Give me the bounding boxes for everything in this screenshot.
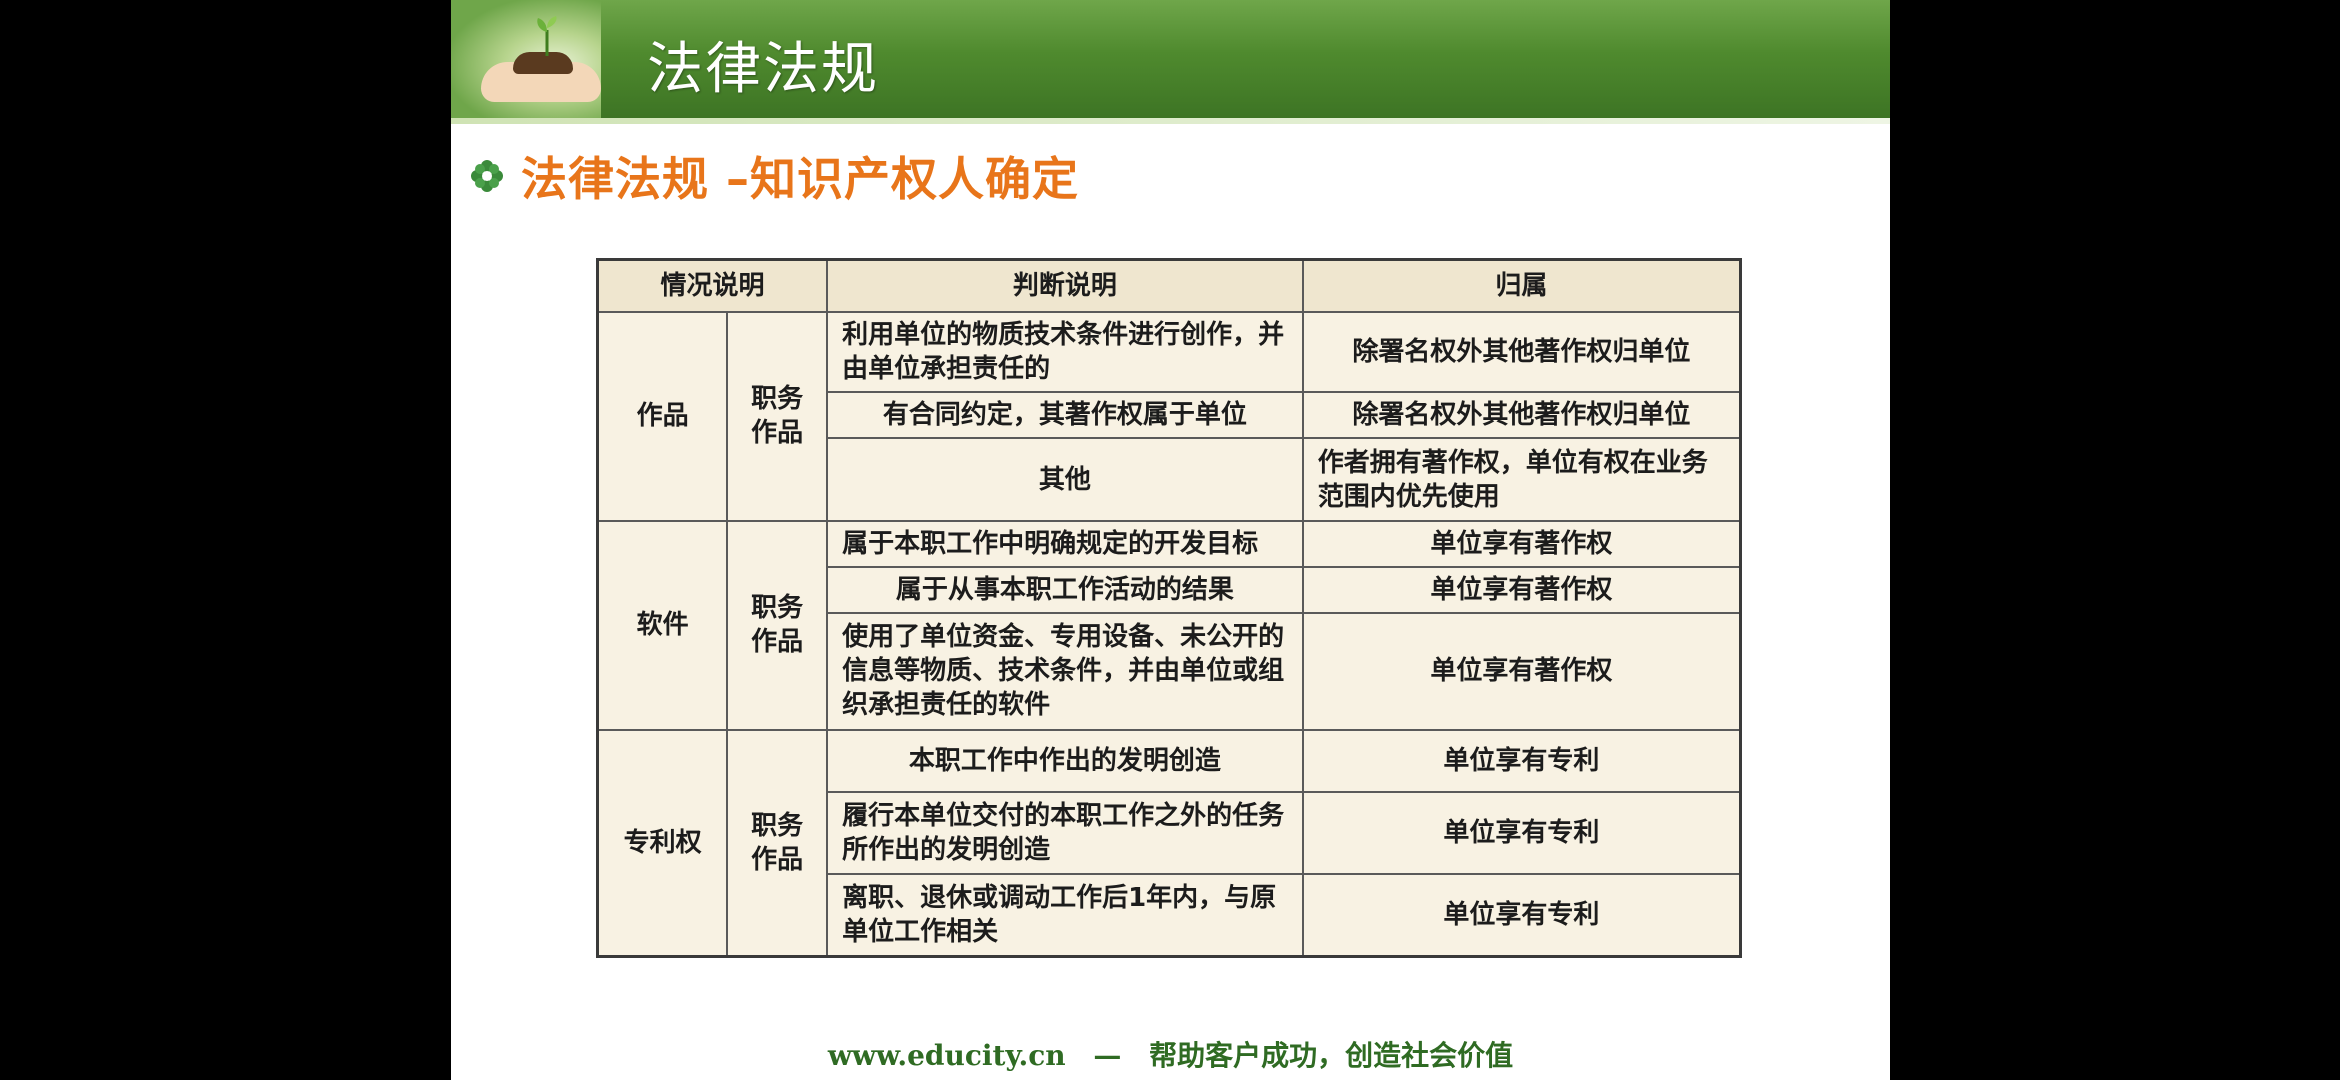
ownership-cell: 单位享有专利 bbox=[1301, 728, 1742, 793]
ownership-cell: 单位享有著作权 bbox=[1301, 565, 1742, 615]
banner-title: 法律法规 bbox=[647, 37, 879, 102]
ip-ownership-table: 情况说明 判断说明 归属 作品 职务作品 利用单位的物质技术条件进行创作，并由单… bbox=[596, 258, 1742, 958]
judgement-cell: 属于从事本职工作活动的结果 bbox=[826, 565, 1304, 615]
category-cell: 作品 bbox=[596, 311, 729, 522]
ownership-cell: 单位享有著作权 bbox=[1301, 612, 1742, 731]
footer-dash: — bbox=[1093, 1039, 1122, 1072]
heading-row: 法律法规 –知识产权人确定 bbox=[469, 148, 1079, 206]
category-cell: 软件 bbox=[596, 519, 729, 731]
judgement-cell: 利用单位的物质技术条件进行创作，并由单位承担责任的 bbox=[826, 310, 1304, 394]
subcategory-cell: 职务作品 bbox=[726, 311, 829, 522]
judgement-cell: 本职工作中作出的发明创造 bbox=[826, 728, 1304, 793]
ownership-cell: 单位享有著作权 bbox=[1301, 519, 1742, 568]
ownership-cell: 单位享有专利 bbox=[1301, 873, 1742, 958]
ownership-cell: 作者拥有著作权，单位有权在业务范围内优先使用 bbox=[1301, 437, 1742, 522]
judgement-cell: 履行本单位交付的本职工作之外的任务所作出的发明创造 bbox=[826, 790, 1304, 876]
table-row: 专利权 职务作品 本职工作中作出的发明创造 单位享有专利 bbox=[596, 728, 1742, 958]
judgement-cell: 离职、退休或调动工作后1年内，与原单位工作相关 bbox=[826, 873, 1304, 958]
header-situation: 情况说明 bbox=[596, 258, 829, 313]
subcategory-cell: 职务作品 bbox=[726, 519, 829, 731]
judgement-cell: 有合同约定，其著作权属于单位 bbox=[826, 391, 1304, 440]
footer-slogan: 帮助客户成功，创造社会价值 bbox=[1149, 1039, 1514, 1072]
sprout-shape bbox=[537, 16, 557, 56]
table-row: 作品 职务作品 利用单位的物质技术条件进行创作，并由单位承担责任的 除署名权外其… bbox=[596, 310, 1742, 522]
slide-banner: 法律法规 bbox=[451, 0, 1890, 118]
presentation-slide: 法律法规 法律法规 –知识产权人确定 情况说明 判断说明 归属 作品 职务作品 … bbox=[451, 0, 1890, 1080]
slide-footer: www.educity.cn — 帮助客户成功，创造社会价值 bbox=[451, 1034, 1890, 1074]
sprout-in-hand-icon bbox=[451, 0, 601, 118]
judgement-cell: 属于本职工作中明确规定的开发目标 bbox=[826, 519, 1304, 568]
subcategory-cell: 职务作品 bbox=[726, 728, 829, 958]
ownership-cell: 除署名权外其他著作权归单位 bbox=[1301, 310, 1742, 394]
banner-divider bbox=[451, 118, 1890, 124]
slide-heading: 法律法规 –知识产权人确定 bbox=[521, 152, 1080, 206]
ownership-cell: 单位享有专利 bbox=[1301, 790, 1742, 876]
footer-url-link[interactable]: www.educity.cn bbox=[828, 1039, 1066, 1072]
table-header-row: 情况说明 判断说明 归属 bbox=[596, 258, 1742, 313]
judgement-cell: 使用了单位资金、专用设备、未公开的信息等物质、技术条件，并由单位或组织承担责任的… bbox=[826, 612, 1304, 731]
table-row: 软件 职务作品 属于本职工作中明确规定的开发目标 单位享有著作权 bbox=[596, 519, 1742, 731]
header-ownership: 归属 bbox=[1301, 258, 1742, 313]
judgement-cell: 其他 bbox=[826, 437, 1304, 522]
category-cell: 专利权 bbox=[596, 728, 729, 958]
header-judgement: 判断说明 bbox=[826, 258, 1304, 313]
flower-bullet-icon bbox=[471, 160, 503, 192]
ownership-cell: 除署名权外其他著作权归单位 bbox=[1301, 391, 1742, 440]
